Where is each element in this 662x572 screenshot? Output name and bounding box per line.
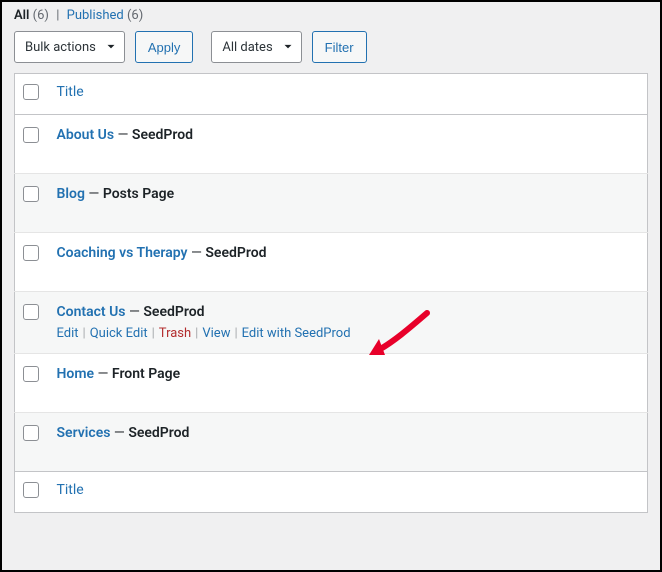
row-title-link[interactable]: Contact Us <box>57 304 126 320</box>
select-all-bottom[interactable] <box>23 482 39 498</box>
table-row: Services — SeedProd <box>15 413 648 472</box>
row-state: SeedProd <box>143 304 204 320</box>
filter-all[interactable]: All (6) <box>14 8 52 23</box>
action-quick-edit[interactable]: Quick Edit <box>90 326 148 341</box>
row-title-link[interactable]: Services <box>57 425 111 441</box>
apply-button[interactable]: Apply <box>135 31 194 63</box>
row-state: Posts Page <box>103 186 174 202</box>
row-state: SeedProd <box>132 127 193 143</box>
action-edit[interactable]: Edit <box>57 326 79 341</box>
chevron-down-icon <box>104 40 118 54</box>
date-filter-select[interactable]: All dates <box>211 31 301 63</box>
column-title-footer[interactable]: Title <box>57 482 84 498</box>
tablenav-top: Bulk actions Apply All dates Filter <box>2 27 660 73</box>
row-actions: Edit|Quick Edit|Trash|View|Edit with See… <box>57 326 640 341</box>
row-checkbox[interactable] <box>23 425 39 441</box>
row-state: Front Page <box>112 366 180 382</box>
select-all-top[interactable] <box>23 84 39 100</box>
pages-list-screen: All (6) | Published (6) Bulk actions App… <box>0 0 662 572</box>
table-row: Contact Us — SeedProdEdit|Quick Edit|Tra… <box>15 292 648 354</box>
table-row: Home — Front Page <box>15 354 648 413</box>
row-title-link[interactable]: Coaching vs Therapy <box>57 245 188 261</box>
row-state: SeedProd <box>128 425 189 441</box>
row-title-link[interactable]: About Us <box>57 127 115 143</box>
filter-published[interactable]: Published (6) <box>67 8 144 23</box>
row-checkbox[interactable] <box>23 127 39 143</box>
row-title-link[interactable]: Home <box>57 366 95 382</box>
row-checkbox[interactable] <box>23 245 39 261</box>
row-checkbox[interactable] <box>23 304 39 320</box>
table-row: About Us — SeedProd <box>15 115 648 174</box>
row-title-link[interactable]: Blog <box>57 186 85 202</box>
pages-table: Title About Us — SeedProdBlog — Posts Pa… <box>14 73 648 513</box>
table-row: Blog — Posts Page <box>15 174 648 233</box>
status-filter-links: All (6) | Published (6) <box>2 2 660 27</box>
bulk-actions-select[interactable]: Bulk actions <box>14 31 125 63</box>
action-edit-seedprod[interactable]: Edit with SeedProd <box>242 326 351 341</box>
row-state: SeedProd <box>205 245 266 261</box>
action-trash[interactable]: Trash <box>159 326 191 341</box>
table-row: Coaching vs Therapy — SeedProd <box>15 233 648 292</box>
filter-button[interactable]: Filter <box>312 31 367 63</box>
chevron-down-icon <box>281 40 295 54</box>
action-view[interactable]: View <box>202 326 230 341</box>
row-checkbox[interactable] <box>23 366 39 382</box>
row-checkbox[interactable] <box>23 186 39 202</box>
column-title[interactable]: Title <box>57 84 84 100</box>
